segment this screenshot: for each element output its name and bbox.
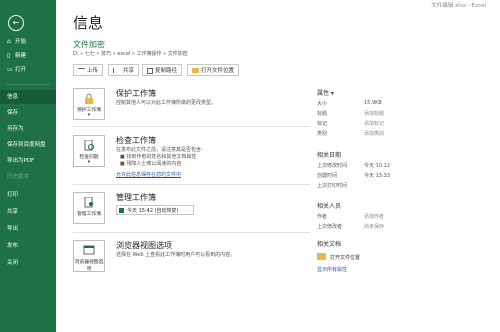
browser-view-options-button[interactable]: 浏览器视图选项 [73, 240, 105, 272]
breadcrumb: D: » 七七 » 技巧 » excel » 工作簿操作 » 文件加密 [73, 51, 188, 57]
sidebar-item-close[interactable]: 关闭 [0, 256, 56, 270]
sidebar-item-share[interactable]: 共享 [0, 205, 56, 219]
share-button[interactable]: 共享 [108, 64, 140, 76]
open-file-location-button[interactable]: 打开文件位置 [187, 64, 240, 76]
property-category-field[interactable]: 添加类别 [364, 130, 384, 137]
sidebar-item-save[interactable]: 保存 [0, 106, 56, 120]
page-title: 信息 [73, 14, 104, 32]
copy-icon [147, 67, 153, 74]
sidebar-item-open[interactable]: ▭ 打开 [0, 63, 56, 77]
property-title-field[interactable]: 添加标题 [364, 110, 384, 117]
upload-icon [78, 67, 85, 74]
property-label: 类别 [317, 131, 328, 137]
sidebar-item-print[interactable]: 打印 [0, 188, 56, 202]
manage-workbook-icon [83, 196, 95, 208]
info-panel: 信息 文件加密 D: » 七七 » 技巧 » excel » 工作簿操作 » 文… [56, 0, 500, 332]
date-label: 上次打印时间 [317, 183, 348, 189]
people-label: 作者 [317, 214, 328, 220]
browser-view-icon [83, 245, 95, 256]
protect-description: 控制其他人可以对此工作簿所做的更改类型。 [116, 100, 217, 106]
manage-title: 管理工作簿 [116, 193, 156, 202]
sidebar-item-info[interactable]: 信息 [0, 90, 56, 104]
inspect-description: 在发布此文件之前，请注意其是否包含: [116, 147, 203, 153]
related-documents-heading: 相关文档 [317, 241, 342, 248]
browser-view-description: 选择在 Web 上查看此工作簿时用户可以看到的内容。 [116, 252, 236, 258]
sidebar-item-history: 历史版本 [7, 174, 30, 180]
browser-view-title: 浏览器视图选项 [116, 241, 172, 250]
inspect-bullet: ■ 残障人士难以阅读的内容 [120, 161, 182, 167]
document-title: 文件加密 [73, 40, 105, 49]
protect-title: 保护工作簿 [116, 89, 156, 98]
divider [73, 184, 310, 185]
date-label: 上次修改时间 [317, 163, 348, 169]
divider [73, 232, 310, 233]
sidebar-item-publish[interactable]: 发布 [0, 239, 56, 253]
arrow-left-icon[interactable]: ← [8, 15, 24, 31]
folder-icon [317, 253, 326, 260]
share-icon [113, 68, 121, 73]
property-label: 大小 [317, 101, 328, 107]
people-label: 上次修改者 [317, 224, 343, 230]
backstage-sidebar: ← ⌂ 开始 ▯ 新建 ▭ 打开 信息 保存 另存为 保存到百度网盘 导出为PDF 历… [0, 0, 56, 332]
last-modified-value: 今天 10:12 [364, 163, 390, 169]
related-dates-heading: 相关日期 [317, 152, 342, 159]
related-people-heading: 相关人员 [317, 203, 342, 210]
properties-heading[interactable]: 属性 ▾ [317, 88, 334, 97]
inspect-bullet: ■ 找到作者的姓名和其他文档属性 [120, 154, 197, 160]
divider [73, 126, 310, 127]
autosave-version-item[interactable]: 今天 15:42 (自动恢复) [116, 205, 194, 215]
sidebar-item-export-pdf[interactable]: 导出为PDF [0, 154, 56, 168]
author-field[interactable]: 添加作者 [364, 213, 384, 220]
last-modified-by-value: 尚未保存 [364, 224, 385, 230]
copy-path-button[interactable]: 复制路径 [142, 64, 183, 76]
excel-file-icon [119, 208, 124, 213]
sidebar-item-export[interactable]: 导出 [0, 222, 56, 236]
open-file-location-link[interactable]: 打开文件位置 [330, 254, 360, 261]
sidebar-item-save-as[interactable]: 另存为 [0, 122, 56, 136]
folder-icon [192, 68, 199, 73]
upload-button[interactable]: 上传 [73, 64, 104, 76]
sidebar-divider [6, 84, 50, 85]
home-icon: ⌂ [7, 38, 11, 45]
show-all-properties-link[interactable]: 显示所有属性 [317, 266, 347, 273]
allow-info-link[interactable]: 允许此信息保存在您的文件中 [116, 171, 181, 178]
new-file-icon: ▯ [7, 52, 11, 59]
property-tags-field[interactable]: 添加标记 [364, 120, 384, 127]
created-value: 今天 13:33 [364, 173, 390, 179]
inspect-document-icon [83, 139, 95, 151]
sidebar-item-new[interactable]: ▯ 新建 [0, 49, 56, 63]
sidebar-item-save-cloud[interactable]: 保存到百度网盘 [0, 138, 56, 152]
lock-icon [83, 93, 95, 104]
property-size: 15.9KB [364, 100, 382, 106]
folder-open-icon: ▭ [7, 66, 13, 73]
check-issues-button[interactable]: 检查问题 ▾ [73, 135, 105, 167]
manage-workbook-button[interactable]: 管理工作簿 [73, 192, 105, 224]
date-label: 创建时间 [317, 173, 338, 179]
sidebar-item-home[interactable]: ⌂ 开始 [0, 35, 56, 49]
inspect-title: 检查工作簿 [116, 136, 156, 145]
property-label: 标题 [317, 111, 328, 117]
protect-workbook-button[interactable]: 保护工作簿 ▾ [73, 88, 105, 120]
property-label: 标记 [317, 121, 328, 127]
